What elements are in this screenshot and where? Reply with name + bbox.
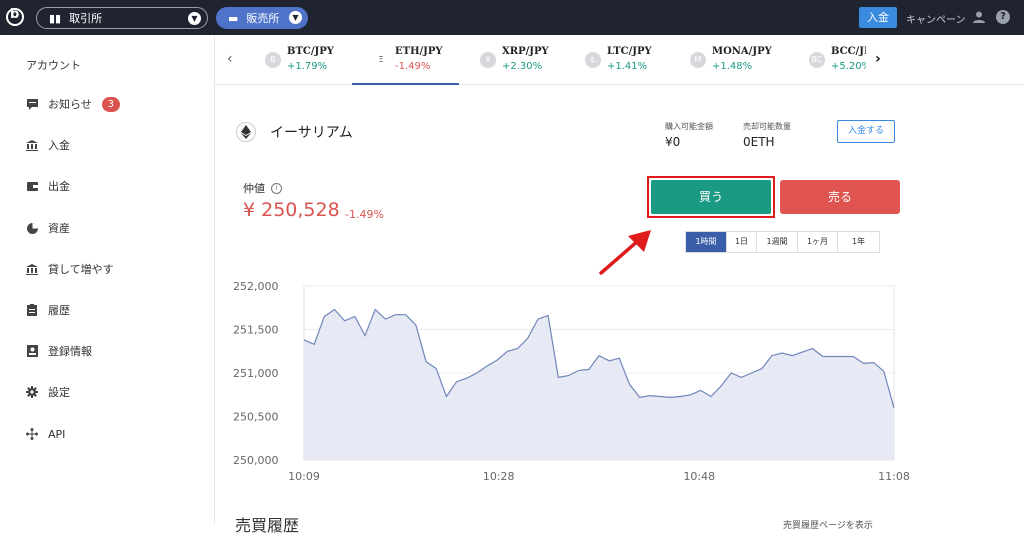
sidebar-item-lending[interactable]: 貸して増やす <box>26 259 114 279</box>
y-tick-label: 250,000 <box>233 454 279 467</box>
coin-icon: Ξ <box>373 52 389 68</box>
coin-icon: B <box>265 52 281 68</box>
mid-price: ¥ 250,528 <box>243 199 340 221</box>
sidebar-item-label: 履歴 <box>48 304 70 317</box>
buy-available-label: 購入可能金額 <box>665 122 713 131</box>
sidebar-item-api[interactable]: API <box>26 424 65 444</box>
sidebar-item-notices[interactable]: お知らせ 3 <box>26 94 120 114</box>
coin-tab-symbol: LTC/JPY <box>607 46 652 57</box>
range-1-week[interactable]: 1週間 <box>757 232 798 252</box>
coin-tab-change: +1.41% <box>607 61 648 72</box>
sidebar-item-label: 貸して増やす <box>48 263 114 276</box>
sidebar-item-label: 設定 <box>48 386 70 399</box>
info-icon[interactable]: i <box>271 182 282 194</box>
price-chart: 252,000 251,500 251,000 250,500 250,000 10:09… <box>233 280 910 483</box>
deposit-button[interactable]: 入金する <box>837 120 895 143</box>
coin-tab-symbol: MONA/JPY <box>712 46 772 57</box>
coin-tab-symbol: BTC/JPY <box>287 46 334 57</box>
time-range-selector: 1時間 1日 1週間 1ヶ月 1年 <box>685 231 880 253</box>
x-tick-label: 10:28 <box>483 470 515 483</box>
sell-available-label: 売却可能数量 <box>743 122 791 131</box>
sidebar-item-label: お知らせ <box>48 98 92 111</box>
trade-history-title: 売買履歴 <box>235 516 300 535</box>
coin-tab-symbol: ETH/JPY <box>395 46 443 57</box>
mid-price-label-text: 仲値 <box>243 182 265 195</box>
clipboard-icon <box>26 304 38 316</box>
id-card-icon <box>26 345 38 357</box>
buy-button[interactable]: 買う <box>651 180 771 214</box>
message-icon <box>26 98 38 110</box>
range-1-day[interactable]: 1日 <box>727 232 757 252</box>
asset-name: イーサリアム <box>270 125 353 141</box>
gear-icon <box>26 386 38 398</box>
coin-icon: X <box>480 52 496 68</box>
sidebar-item-deposit[interactable]: 入金 <box>26 135 70 155</box>
mid-price-change: -1.49% <box>345 208 384 221</box>
sidebar-item-label: API <box>48 427 66 441</box>
coin-tab-change: +5.20% <box>831 61 866 72</box>
sidebar-item-withdraw[interactable]: 出金 <box>26 176 70 196</box>
y-tick-label: 250,500 <box>233 411 279 424</box>
campaign-link[interactable]: キャンペーン <box>906 11 966 26</box>
chevron-right-icon[interactable]: › <box>875 51 881 67</box>
sidebar-item-history[interactable]: 履歴 <box>26 300 70 320</box>
y-tick-label: 251,500 <box>233 324 279 337</box>
range-1-year[interactable]: 1年 <box>838 232 879 252</box>
bank-icon <box>26 263 38 275</box>
sidebar-item-label: 出金 <box>48 180 70 193</box>
notification-badge: 3 <box>101 96 120 112</box>
sidebar-item-label: 資産 <box>48 222 70 235</box>
account-sidebar: アカウント お知らせ 3 入金 出金 資産 貸して増やす 履歴 登録情報 設定 … <box>0 35 215 525</box>
coin-tab-change: -1.49% <box>395 61 431 72</box>
y-tick-label: 252,000 <box>233 280 279 293</box>
sidebar-item-label: 入金 <box>48 139 70 152</box>
y-tick-label: 251,000 <box>233 367 279 380</box>
range-1-month[interactable]: 1ヶ月 <box>798 232 838 252</box>
bank-icon <box>26 139 38 151</box>
network-icon <box>26 428 38 440</box>
coin-tab-symbol: XRP/JPY <box>502 46 549 57</box>
x-tick-label: 11:08 <box>878 470 910 483</box>
user-icon[interactable] <box>972 10 986 24</box>
coin-tab-change: +1.79% <box>287 61 328 72</box>
ethereum-icon <box>236 122 256 142</box>
wallet-icon <box>26 180 38 192</box>
buy-available-value: ¥0 <box>665 135 681 149</box>
active-tab-indicator <box>352 83 459 85</box>
sidebar-item-profile[interactable]: 登録情報 <box>26 341 92 361</box>
sidebar-item-settings[interactable]: 設定 <box>26 382 70 402</box>
coin-icon: M <box>690 52 706 68</box>
x-tick-label: 10:09 <box>288 470 320 483</box>
sidebar-item-assets[interactable]: 資産 <box>26 218 70 238</box>
range-1-hour[interactable]: 1時間 <box>686 232 727 252</box>
x-tick-label: 10:48 <box>683 470 715 483</box>
sidebar-item-label: 登録情報 <box>48 345 92 358</box>
sell-button[interactable]: 売る <box>780 180 900 214</box>
help-icon[interactable]: ? <box>996 10 1010 24</box>
coin-icon: Ł <box>585 52 601 68</box>
coin-tab-change: +2.30% <box>502 61 543 72</box>
pie-chart-icon <box>26 222 38 234</box>
coin-icon: BC <box>809 52 825 68</box>
sell-available-value: 0ETH <box>743 135 775 149</box>
coin-tab-symbol: BCC/JPY <box>831 46 866 57</box>
coin-tab-change: +1.48% <box>712 61 753 72</box>
mid-price-label: 仲値 i <box>243 180 282 196</box>
